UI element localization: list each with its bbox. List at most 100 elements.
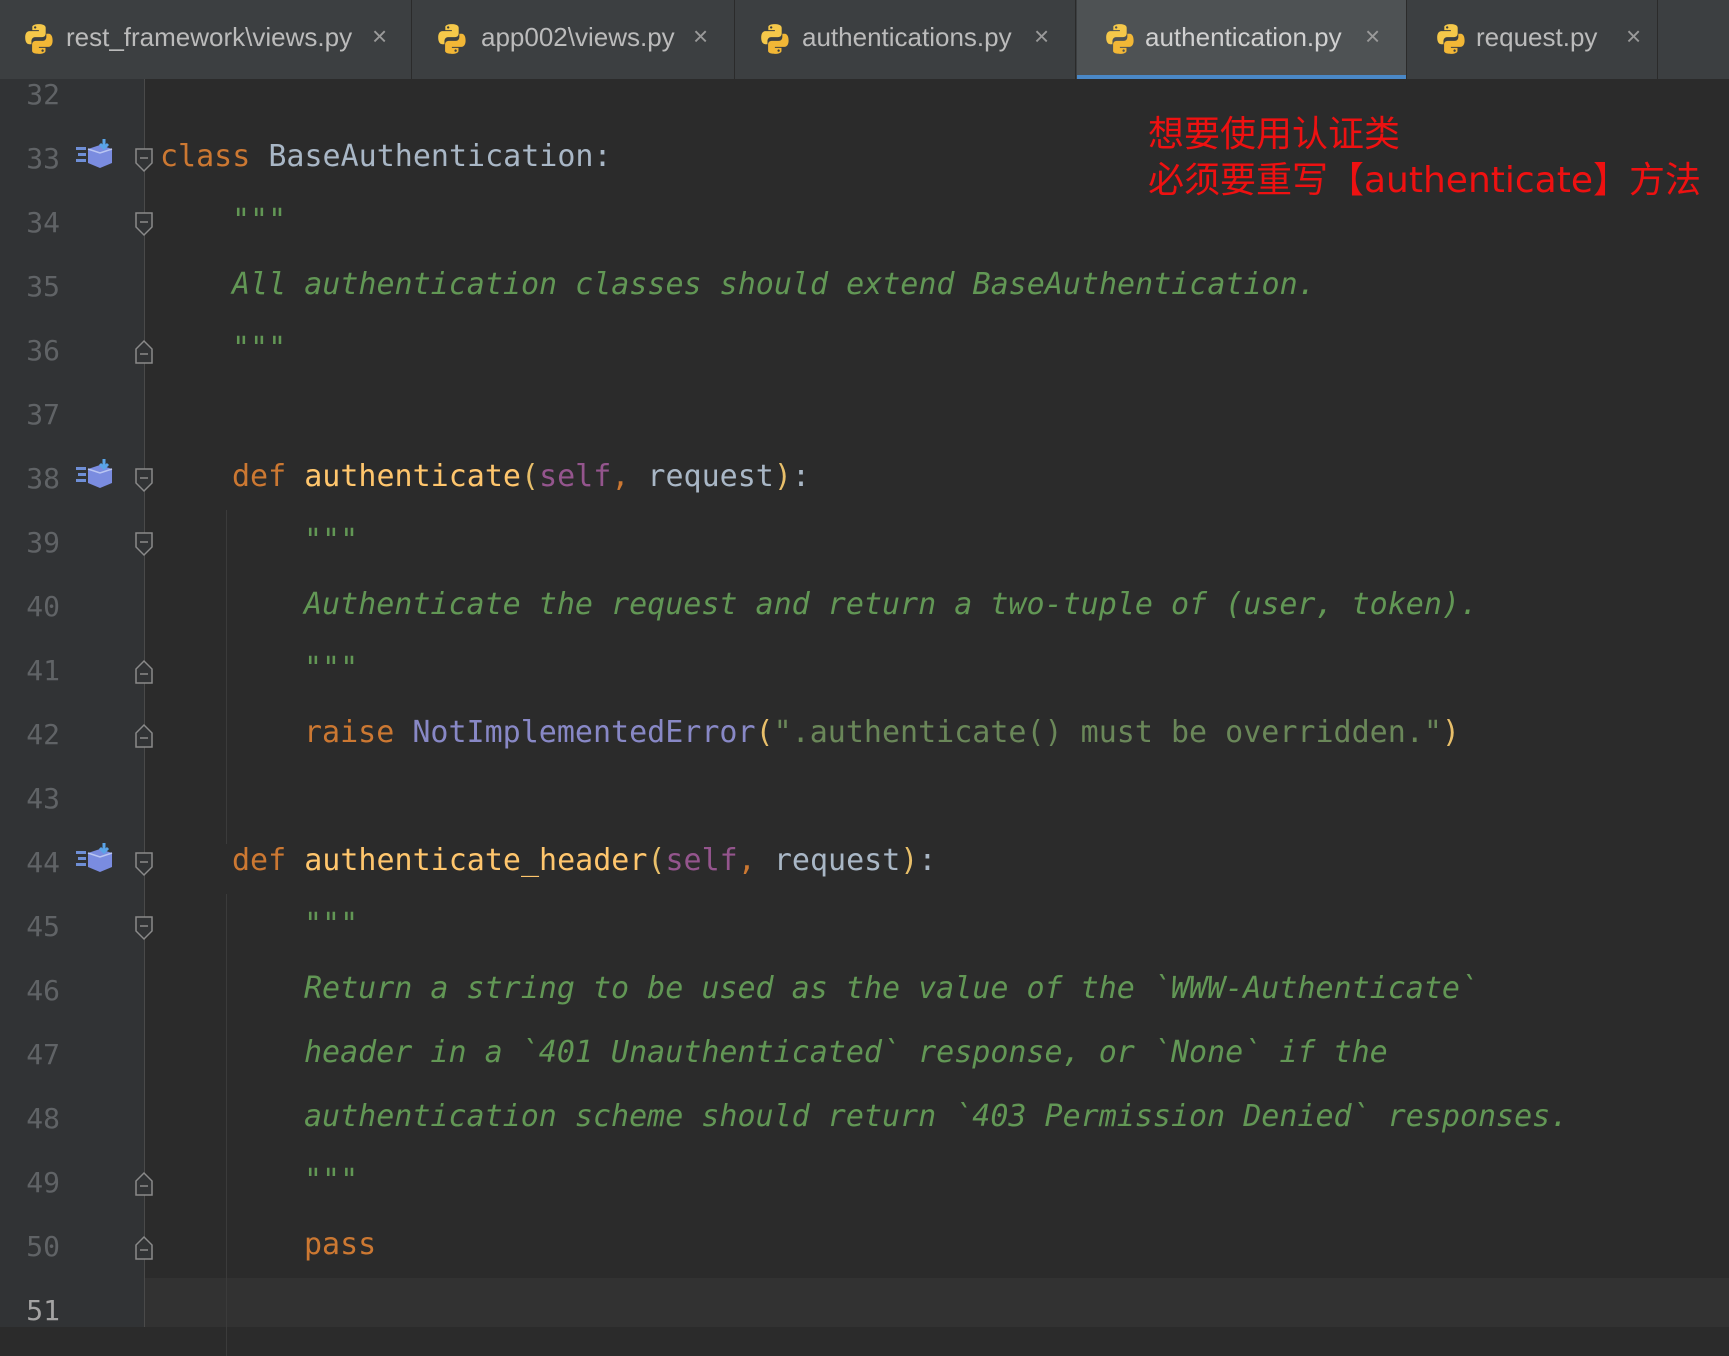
fold-end-icon[interactable] [134,1171,154,1197]
docstring-quote: """ [304,1163,359,1198]
code-line-39: """ [304,523,358,558]
line-number: 45 [26,910,60,943]
fold-collapse-icon[interactable] [134,147,154,173]
code-line-41: """ [304,651,358,686]
line-number: 46 [26,974,60,1007]
tab-request[interactable]: request.py × [1408,0,1658,79]
docstring-text: Authenticate the request and return a tw… [304,587,1478,622]
fold-end-icon[interactable] [134,1235,154,1261]
gutter-divider [144,79,145,1327]
python-file-icon [1437,24,1465,54]
code-line-50: pass [304,1227,376,1262]
code-editor[interactable]: 32 33 34 35 36 37 38 39 40 41 42 43 44 4… [0,78,1729,1356]
fold-collapse-icon[interactable] [134,211,154,237]
line-number: 47 [26,1038,60,1071]
close-icon[interactable]: × [1626,0,1641,79]
line-number: 36 [26,334,60,367]
close-icon[interactable]: × [1365,0,1380,79]
code-line-40: Authenticate the request and return a tw… [304,587,1478,622]
self-param: self [539,459,612,494]
code-line-47: header in a `401 Unauthenticated` respon… [304,1035,1388,1070]
code-line-44: def authenticate_header(self, request): [232,843,936,878]
line-number: 35 [26,270,60,303]
self-param: self [665,843,738,878]
comma: , [737,843,756,878]
tab-label: app002\views.py [481,22,675,52]
line-number: 50 [26,1230,60,1263]
tab-label: authentications.py [802,22,1012,52]
docstring-text: Return a string to be used as the value … [304,971,1478,1006]
line-number-gutter [0,79,144,1327]
current-line-highlight [145,1278,1729,1327]
docstring-quote: """ [304,651,359,686]
fold-end-icon[interactable] [134,659,154,685]
indent-guide [226,894,227,1356]
function-name: authenticate_header [304,843,648,878]
python-file-icon [438,24,466,54]
comma: , [611,459,630,494]
tab-authentication[interactable]: authentication.py × [1077,0,1407,79]
line-number: 38 [26,462,60,495]
tab-label: request.py [1476,22,1598,52]
line-number: 33 [26,142,60,175]
fold-collapse-icon[interactable] [134,851,154,877]
docstring-text: authentication scheme should return `403… [304,1099,1569,1134]
docstring-text: All authentication classes should extend… [232,267,1316,302]
editor-tab-bar: rest_framework\views.py × app002\views.p… [0,0,1729,80]
paren: ( [755,715,774,750]
keyword: pass [304,1227,377,1262]
line-number: 48 [26,1102,60,1135]
tab-authentications[interactable]: authentications.py × [736,0,1076,79]
param: request [755,843,901,878]
fold-collapse-icon[interactable] [134,531,154,557]
paren: ) [1441,715,1460,750]
string-literal: ".authenticate() must be overridden." [773,715,1442,750]
line-number: 41 [26,654,60,687]
red-annotation: 想要使用认证类 必须要重写【authenticate】方法 [1148,112,1701,204]
code-line-49: """ [304,1163,358,1198]
line-number: 49 [26,1166,60,1199]
line-number: 40 [26,590,60,623]
colon: : [791,459,810,494]
builtin-class: NotImplementedError [412,715,756,750]
param: request [629,459,774,494]
code-line-46: Return a string to be used as the value … [304,971,1478,1006]
implemented-methods-icon[interactable] [74,457,114,493]
docstring-quote: """ [232,203,287,238]
close-icon[interactable]: × [372,0,387,79]
close-icon[interactable]: × [693,0,708,79]
docstring-quote: """ [232,331,287,366]
keyword: def [232,843,287,878]
line-number: 44 [26,846,60,879]
python-file-icon [761,24,789,54]
paren: ) [773,459,792,494]
line-number: 39 [26,526,60,559]
python-file-icon [1106,24,1134,54]
code-line-35: All authentication classes should extend… [232,267,1316,302]
tab-label: rest_framework\views.py [66,22,353,52]
line-number: 42 [26,718,60,751]
fold-end-icon[interactable] [134,339,154,365]
code-line-33: class BaseAuthentication: [160,139,612,174]
code-line-38: def authenticate(self, request): [232,459,810,494]
annotation-line-2: 必须要重写【authenticate】方法 [1148,160,1702,201]
tab-label: authentication.py [1145,22,1342,52]
fold-collapse-icon[interactable] [134,467,154,493]
implemented-methods-icon[interactable] [74,137,114,173]
keyword: def [232,459,287,494]
tab-app002-views[interactable]: app002\views.py × [413,0,735,79]
tab-rest-framework-views[interactable]: rest_framework\views.py × [0,0,412,79]
fold-collapse-icon[interactable] [134,915,154,941]
line-number: 51 [26,1294,60,1327]
close-icon[interactable]: × [1034,0,1049,79]
paren: ( [521,459,540,494]
function-name: authenticate [304,459,521,494]
docstring-quote: """ [304,907,359,942]
code-line-45: """ [304,907,358,942]
code-line-48: authentication scheme should return `403… [304,1099,1568,1134]
code-line-34: """ [232,203,286,238]
colon: : [918,843,937,878]
fold-end-icon[interactable] [134,723,154,749]
implemented-methods-icon[interactable] [74,841,114,877]
code-line-36: """ [232,331,286,366]
